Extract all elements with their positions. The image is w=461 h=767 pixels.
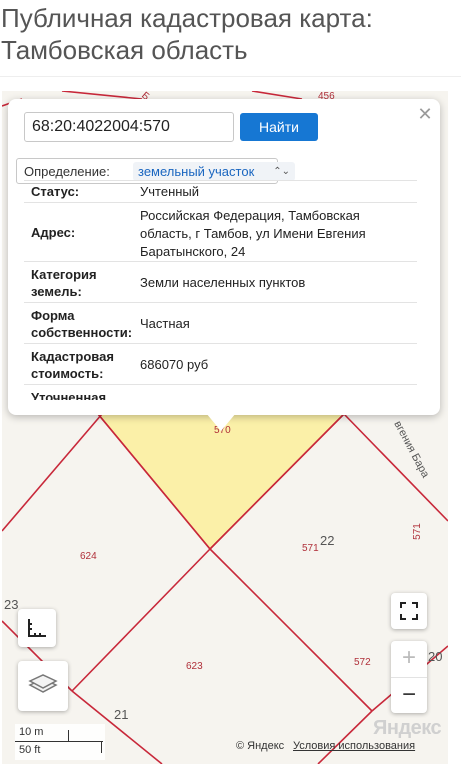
chevron-updown-icon: ⌃⌄ <box>273 166 290 177</box>
info-label-line: земель: <box>31 284 82 299</box>
plot-number: 624 <box>80 551 97 562</box>
parcel-boundary <box>251 91 303 100</box>
info-label: Адрес: <box>31 225 76 240</box>
info-value: Частная <box>140 316 190 331</box>
fullscreen-icon <box>400 602 418 620</box>
terms-link[interactable]: Условия использования <box>293 740 415 752</box>
info-value: Земли населенных пунктов <box>140 275 306 290</box>
info-label-line: Кадастровая <box>31 349 114 364</box>
info-label-line: Категория <box>31 267 97 282</box>
scale-tick <box>101 741 102 753</box>
cadastral-number-input[interactable] <box>24 112 234 142</box>
info-label: Категория земель: <box>31 266 97 300</box>
info-value: 686070 руб <box>140 357 209 372</box>
definition-selected-value: земельный участок <box>138 164 255 179</box>
info-label-line: Форма <box>31 308 75 323</box>
parcel-boundary <box>209 548 373 712</box>
map-scale: 10 m 50 ft <box>15 724 105 760</box>
info-value-line: Баратынского, 24 <box>140 244 246 259</box>
info-label-line: собственности: <box>31 325 133 340</box>
info-table: Статус: Учтенный Адрес: Российская Федер… <box>24 180 417 400</box>
house-number: 20 <box>428 649 443 664</box>
house-number: 23 <box>4 597 19 612</box>
ruler-icon <box>28 619 46 637</box>
parcel-boundary <box>2 413 103 532</box>
plot-number: 572 <box>354 657 371 668</box>
page-title: Публичная кадастровая карта: Тамбовская … <box>0 2 461 66</box>
ruler-button[interactable] <box>18 609 56 647</box>
info-row-address: Адрес: Российская Федерация, Тамбовская … <box>24 202 417 261</box>
house-number: 21 <box>114 707 129 722</box>
zoom-in-button[interactable]: + <box>391 641 427 677</box>
house-number: 22 <box>320 533 335 548</box>
info-row-ownership: Форма собственности: Частная <box>24 302 417 343</box>
definition-label: Определение: <box>24 164 110 179</box>
info-label-line: стоимость: <box>31 366 104 381</box>
info-row-refined: Уточненная <box>24 384 417 400</box>
parcel-boundary <box>317 710 373 764</box>
info-value: Российская Федерация, Тамбовская область… <box>140 207 366 261</box>
info-label: Уточненная <box>31 390 107 400</box>
scale-imperial: 50 ft <box>19 744 41 756</box>
page-title-line1: Публичная кадастровая карта: <box>1 3 373 33</box>
info-value-line: Российская Федерация, Тамбовская <box>140 208 360 223</box>
info-label: Статус: <box>31 184 80 199</box>
fullscreen-button[interactable] <box>391 593 427 629</box>
search-button[interactable]: Найти <box>240 113 318 141</box>
info-row-cost: Кадастровая стоимость: 686070 руб <box>24 343 417 384</box>
info-row-status: Статус: Учтенный <box>24 180 417 202</box>
card-pointer <box>206 413 236 431</box>
close-icon[interactable]: ✕ <box>417 105 433 123</box>
zoom-out-button[interactable]: − <box>391 677 427 713</box>
info-value-line: область, г Тамбов, ул Имени Евгения <box>140 226 366 241</box>
layers-icon <box>28 674 58 693</box>
scale-line <box>15 741 103 742</box>
definition-select[interactable]: земельный участок ⌃⌄ <box>133 162 295 181</box>
info-label: Кадастровая стоимость: <box>31 348 114 382</box>
layers-button[interactable] <box>18 661 68 711</box>
parcel-boundary <box>61 91 143 100</box>
plot-number: 571 <box>411 523 423 540</box>
page-title-line2: Тамбовская область <box>1 35 248 65</box>
zoom-control: + − <box>391 641 427 713</box>
scale-tick <box>68 730 69 741</box>
plot-number: 623 <box>186 661 203 672</box>
yandex-logo: Яндекс <box>373 717 442 739</box>
plot-number: 571 <box>302 543 319 554</box>
title-divider <box>0 76 461 77</box>
info-value: Учтенный <box>140 184 200 199</box>
scale-metric: 10 m <box>19 726 44 738</box>
info-row-category: Категория земель: Земли населенных пункт… <box>24 261 417 302</box>
copyright: © Яндекс <box>236 740 285 752</box>
info-label: Форма собственности: <box>31 307 132 341</box>
